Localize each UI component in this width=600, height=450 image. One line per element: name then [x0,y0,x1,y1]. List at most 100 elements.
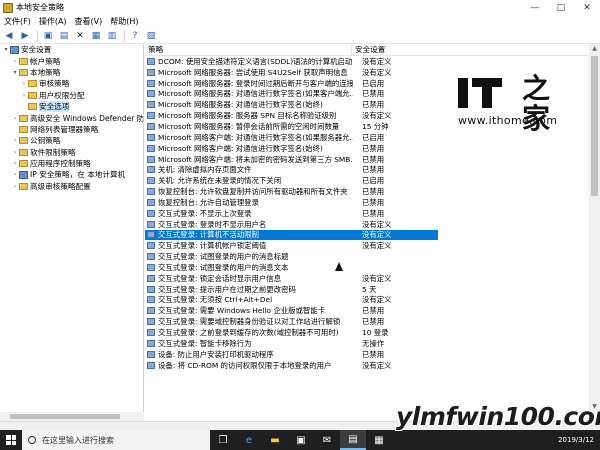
expanded-arrow-icon[interactable]: ▾ [2,46,10,53]
column-header-policy[interactable]: 策略 [145,44,352,56]
collapsed-arrow-icon[interactable]: › [20,92,28,99]
collapsed-arrow-icon[interactable]: › [11,115,19,122]
menu-help[interactable]: 帮助(H) [106,16,142,27]
policy-name: DCOM: 使用安全描述符定义语言(SDDL)语法的计算机启动... [158,56,353,66]
tree-node[interactable]: › 应用程序控制策略 [0,158,143,169]
vertical-scrollbar[interactable]: ▲ ▼ [589,44,600,412]
table-row[interactable]: 交互式登录: 需要域控制器身份验证以对工作站进行解锁 已禁用 [145,316,588,327]
up-folder-icon[interactable]: ▣ [41,29,55,43]
title-bar[interactable]: 本地安全策略 — □ ✕ [0,0,600,15]
taskbar-date[interactable]: 2019/3/12 [558,436,596,444]
table-row[interactable]: 交互式登录: 之前登录到缓存的次数(域控制器不可用时) 10 登录 [145,327,588,338]
policy-setting: 已禁用 [362,197,385,207]
table-row[interactable]: 交互式登录: 试图登录的用户的消息文本 [145,262,588,273]
menu-file[interactable]: 文件(F) [0,16,35,27]
collapsed-arrow-icon[interactable]: › [11,183,19,190]
table-row[interactable]: 交互式登录: 需要 Windows Hello 企业版或智能卡 已禁用 [145,305,588,316]
table-row[interactable]: 交互式登录: 计算机不活动限制 没有定义 [145,229,438,241]
policy-name: Microsoft 网络服务器: 登录时间过期后断开与客户端的连接 [158,78,353,88]
delete-icon[interactable]: ✕ [73,29,87,43]
scroll-thumb[interactable] [591,56,598,196]
taskbar-search-box[interactable]: 在这里输入进行搜索 [22,430,210,450]
tree-node-label: 本地策略 [30,67,61,77]
table-row[interactable]: 交互式登录: 提示用户在过期之前更改密码 5 天 [145,284,588,295]
start-button[interactable] [0,430,22,450]
collapsed-arrow-icon[interactable]: › [11,58,19,65]
policy-name: 交互式登录: 锁定会话时显示用户信息 [158,273,282,283]
table-row[interactable]: 设备: 防止用户安装打印机驱动程序 已禁用 [145,349,588,360]
view-icon[interactable]: ▧ [144,29,158,43]
policy-setting: 已禁用 [362,187,385,197]
toolbar-separator [124,29,125,42]
tree-node[interactable]: ▾ 本地策略 [0,67,143,78]
file-explorer-icon[interactable]: ▬ [262,430,288,450]
table-row[interactable]: 交互式登录: 试图登录的用户的消息标题 [145,251,588,262]
edge-icon[interactable]: e [236,430,262,450]
table-row[interactable]: Microsoft 网络客户端: 对通信进行数字签名(始终) 已禁用 [145,143,588,154]
policy-setting: 已禁用 [362,165,385,175]
tree-node[interactable]: › 帐户策略 [0,55,143,66]
minimize-button[interactable]: — [522,0,548,15]
table-row[interactable]: 交互式登录: 锁定会话时显示用户信息 没有定义 [145,273,588,284]
policy-icon [147,274,155,282]
policy-icon [147,350,155,358]
tree-node[interactable]: › 公钥策略 [0,135,143,146]
collapsed-arrow-icon[interactable]: › [11,171,19,178]
policy-name: Microsoft 网络服务器: 服务器 SPN 目标名称验证级别 [158,111,337,121]
mail-icon[interactable]: ✉ [314,430,340,450]
close-button[interactable]: ✕ [574,0,600,15]
policy-name: 交互式登录: 提示用户在过期之前更改密码 [158,284,296,294]
horizontal-scrollbar[interactable] [0,412,144,421]
table-row[interactable]: 关机: 清除虚拟内存页面文件 已禁用 [145,164,588,175]
app-task-icon[interactable]: ▦ [366,430,392,450]
tree-node[interactable]: › 高级审核策略配置 [0,181,143,192]
tree-node[interactable]: › 软件限制策略 [0,147,143,158]
column-header-setting[interactable]: 安全设置 [352,44,385,55]
policy-icon [147,361,155,369]
collapsed-arrow-icon[interactable]: › [11,149,19,156]
forward-arrow-icon[interactable]: ▶ [18,29,32,43]
collapsed-arrow-icon[interactable]: › [11,160,19,167]
table-row[interactable]: 交互式登录: 不显示上次登录 已禁用 [145,208,588,219]
export-list-icon[interactable]: ▥ [105,29,119,43]
tree-node[interactable]: › 用户权限分配 [0,90,143,101]
table-row[interactable]: 交互式登录: 智能卡移除行为 无操作 [145,338,588,349]
menu-action[interactable]: 操作(A) [35,16,71,27]
help-icon[interactable]: ? [128,29,142,43]
folder-icon [28,103,37,111]
tree-node[interactable]: 安全选项 [0,101,143,113]
table-row[interactable]: 设备: 将 CD-ROM 的访问权限仅限于本地登录的用户 没有定义 [145,360,588,371]
tree-node[interactable]: ▾ 安全设置 [0,44,143,55]
maximize-button[interactable]: □ [548,0,574,15]
table-row[interactable]: 恢复控制台: 允许自动管理登录 已禁用 [145,197,588,208]
task-view-icon[interactable]: ❐ [210,430,236,450]
scroll-up-icon[interactable]: ▲ [589,44,600,54]
properties-icon[interactable]: ▦ [89,29,103,43]
policy-name: 交互式登录: 智能卡移除行为 [158,338,252,348]
table-row[interactable]: 交互式登录: 无须按 Ctrl+Alt+Del 没有定义 [145,295,588,306]
tree-node[interactable]: › 审核策略 [0,78,143,89]
table-row[interactable]: Microsoft 网络客户端: 将未加密的密码发送到第三方 SMB... 已禁用 [145,154,588,165]
logo-tee [472,78,502,108]
store-icon[interactable]: ▣ [288,430,314,450]
table-row[interactable]: 交互式登录: 登录时不显示用户名 没有定义 [145,219,588,230]
watermark: ylmfwin100.com [396,402,600,431]
table-row[interactable]: 关机: 允许系统在未登录的情况下关闭 已启用 [145,175,588,186]
tree-node[interactable]: › 高级安全 Windows Defender 防火墙 [0,112,143,123]
collapsed-arrow-icon[interactable]: › [11,137,19,144]
show-hide-tree-icon[interactable]: ▤ [57,29,71,43]
table-row[interactable]: DCOM: 使用安全描述符定义语言(SDDL)语法的计算机启动... 没有定义 [145,56,588,67]
menu-view[interactable]: 查看(V) [71,16,107,27]
tree-node[interactable]: › IP 安全策略，在 本地计算机 [0,169,143,180]
table-row[interactable]: 恢复控制台: 允许软盘复制并访问所有驱动器和所有文件夹 已禁用 [145,186,588,197]
collapsed-arrow-icon[interactable]: › [20,80,28,87]
table-row[interactable]: 交互式登录: 计算机帐户锁定阈值 没有定义 [145,240,588,251]
scroll-thumb[interactable] [10,414,120,419]
back-arrow-icon[interactable]: ◀ [2,29,16,43]
policy-setting: 已启用 [362,176,385,186]
security-policy-task-icon[interactable]: ▤ [340,430,366,450]
expanded-arrow-icon[interactable]: ▾ [11,69,19,76]
policy-setting: 已禁用 [362,317,385,327]
tree-node[interactable]: 网络列表管理器策略 [0,124,143,135]
policy-icon [147,296,155,304]
